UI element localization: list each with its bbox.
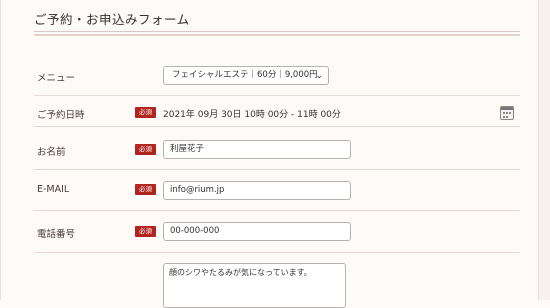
row-divider	[34, 252, 520, 253]
scrollbar-track[interactable]	[538, 0, 550, 300]
name-input[interactable]: 利屋花子	[163, 140, 351, 159]
reservation-form-page: ご予約・お申込みフォーム メニュー フェイシャルエステ｜60分｜9,000円 ⌄…	[0, 0, 550, 308]
required-badge: 必須	[135, 144, 156, 155]
calendar-icon-grid	[503, 112, 511, 118]
menu-label: メニュー	[37, 73, 76, 84]
reservation-datetime: 2021年 09月 30日 10時 00分 - 11時 00分	[163, 110, 341, 120]
title-divider-accent	[34, 34, 520, 36]
row-divider	[34, 95, 520, 96]
reservation-label: ご予約日時	[37, 110, 85, 121]
message-textarea[interactable]: 顔のシワやたるみが気になっています。	[163, 263, 346, 308]
email-label: E-MAIL	[37, 184, 70, 195]
required-badge: 必須	[135, 107, 156, 118]
title-divider	[34, 31, 520, 32]
phone-input[interactable]: 00-000-000	[163, 222, 351, 241]
menu-select-value: フェイシャルエステ｜60分｜9,000円	[172, 70, 318, 80]
row-divider	[34, 210, 520, 211]
phone-label: 電話番号	[37, 229, 76, 240]
menu-select[interactable]: フェイシャルエステ｜60分｜9,000円 ⌄	[163, 66, 329, 85]
row-divider	[34, 169, 520, 170]
chevron-down-icon: ⌄	[315, 71, 323, 81]
calendar-icon[interactable]	[500, 106, 514, 120]
name-label: お名前	[37, 147, 66, 158]
form-title: ご予約・お申込みフォーム	[34, 12, 190, 27]
calendar-icon-header	[501, 107, 513, 110]
required-badge: 必須	[135, 226, 156, 237]
row-divider	[34, 126, 520, 127]
required-badge: 必須	[135, 184, 156, 195]
email-input[interactable]: info@rium.jp	[163, 181, 351, 200]
